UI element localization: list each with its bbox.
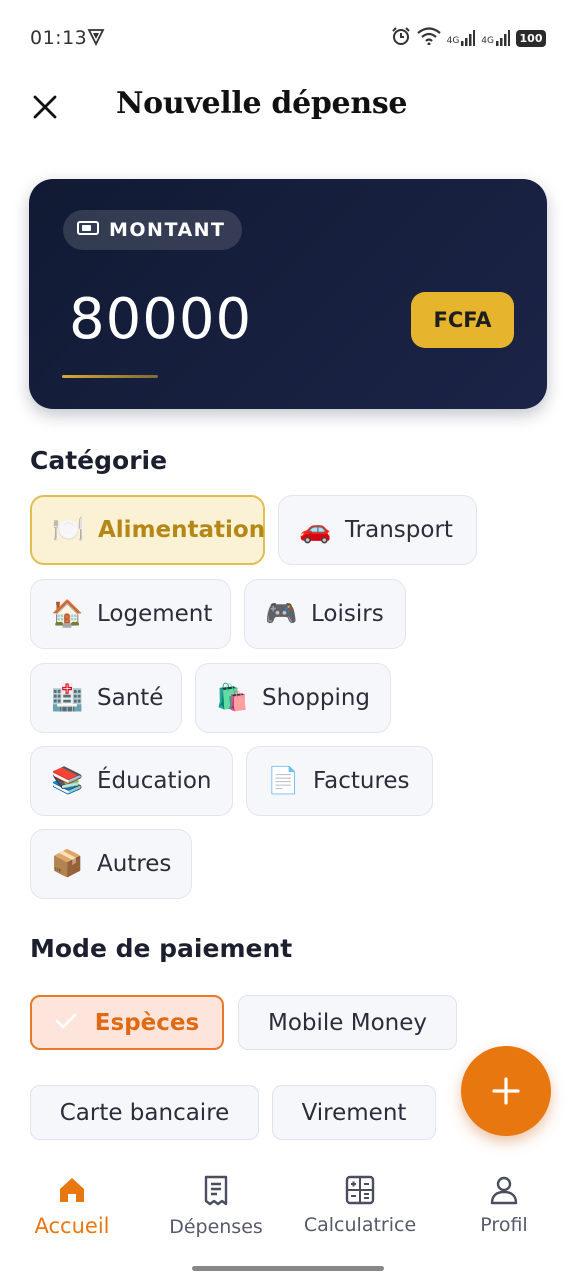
category-label: Éducation xyxy=(97,768,212,794)
close-icon xyxy=(33,95,57,119)
page-title: Nouvelle dépense xyxy=(116,86,408,121)
status-time: 01:13 xyxy=(30,27,88,49)
nav-item-accueil[interactable]: Accueil xyxy=(0,1174,144,1238)
category-chip-alimentation[interactable]: 🍽️ Alimentation xyxy=(30,495,265,565)
payment-label: Espèces xyxy=(94,1009,200,1036)
signal-icon: 4G xyxy=(447,30,476,46)
books-icon: 📚 xyxy=(51,766,84,796)
nav-label: Accueil xyxy=(34,1214,110,1238)
battery-icon: 100 xyxy=(516,29,546,47)
calculator-icon xyxy=(345,1175,375,1205)
close-button[interactable] xyxy=(28,90,62,124)
nav-item-calculatrice[interactable]: Calculatrice xyxy=(288,1174,432,1236)
banknote-icon xyxy=(77,220,99,240)
category-chip-shopping[interactable]: 🛍️ Shopping xyxy=(195,663,391,733)
category-label: Alimentation xyxy=(98,517,266,543)
category-label: Autres xyxy=(97,851,172,877)
payment-chip-especes[interactable]: Espèces xyxy=(30,995,224,1050)
currency-badge[interactable]: FCFA xyxy=(411,292,514,348)
home-icon xyxy=(60,1178,84,1202)
category-chip-autres[interactable]: 📦 Autres xyxy=(30,829,192,899)
amount-card: MONTANT FCFA xyxy=(29,179,547,409)
category-label: Loisirs xyxy=(311,601,384,627)
amount-label-pill: MONTANT xyxy=(63,210,242,250)
game-controller-icon: 🎮 xyxy=(265,599,298,629)
plate-icon: 🍽️ xyxy=(52,515,85,545)
category-label: Santé xyxy=(97,685,164,711)
amount-label: MONTANT xyxy=(109,219,226,241)
category-label: Logement xyxy=(97,601,213,627)
signal-icon: 4G xyxy=(481,30,510,46)
category-chip-logement[interactable]: 🏠 Logement xyxy=(30,579,231,649)
category-label: Transport xyxy=(345,517,453,543)
status-icons: 4G 4G 100 xyxy=(391,26,546,50)
payment-chip-virement[interactable]: Virement xyxy=(272,1085,436,1140)
plus-icon xyxy=(492,1077,520,1105)
payment-chip-mobile-money[interactable]: Mobile Money xyxy=(238,995,457,1050)
category-chip-education[interactable]: 📚 Éducation xyxy=(30,746,233,816)
payment-chip-carte-bancaire[interactable]: Carte bancaire xyxy=(30,1085,259,1140)
nav-label: Profil xyxy=(480,1214,528,1236)
home-indicator xyxy=(192,1266,384,1271)
payment-section-title: Mode de paiement xyxy=(30,934,293,963)
category-chip-loisirs[interactable]: 🎮 Loisirs xyxy=(244,579,406,649)
add-expense-button[interactable] xyxy=(461,1046,551,1136)
hospital-icon: 🏥 xyxy=(51,683,84,713)
payment-label: Mobile Money xyxy=(267,1009,427,1036)
alarm-icon xyxy=(391,26,411,50)
payment-label: Virement xyxy=(301,1099,407,1126)
receipt-icon xyxy=(204,1175,228,1206)
nav-item-depenses[interactable]: Dépenses xyxy=(144,1174,288,1238)
amount-underline xyxy=(62,375,158,378)
nav-label: Calculatrice xyxy=(303,1214,417,1236)
category-section-title: Catégorie xyxy=(30,446,168,475)
payment-label: Carte bancaire xyxy=(59,1099,230,1126)
category-label: Shopping xyxy=(262,685,371,711)
category-chip-sante[interactable]: 🏥 Santé xyxy=(30,663,182,733)
car-icon: 🚗 xyxy=(299,515,332,545)
nav-item-profil[interactable]: Profil xyxy=(432,1174,576,1236)
bottom-nav: Accueil Dépenses Calculatrice Profil xyxy=(0,1160,576,1280)
vpn-shield-icon xyxy=(87,28,105,50)
category-chip-transport[interactable]: 🚗 Transport xyxy=(278,495,477,565)
shopping-bags-icon: 🛍️ xyxy=(216,683,249,713)
user-icon xyxy=(490,1176,518,1205)
category-label: Factures xyxy=(313,768,410,794)
wifi-icon xyxy=(416,27,441,49)
nav-label: Dépenses xyxy=(169,1216,263,1238)
house-icon: 🏠 xyxy=(51,599,84,629)
check-icon xyxy=(55,1010,77,1036)
amount-input[interactable] xyxy=(69,287,369,352)
status-bar: 01:13 4G 4G 100 xyxy=(0,0,576,76)
document-icon: 📄 xyxy=(267,766,300,796)
category-chip-factures[interactable]: 📄 Factures xyxy=(246,746,433,816)
package-icon: 📦 xyxy=(51,849,84,879)
